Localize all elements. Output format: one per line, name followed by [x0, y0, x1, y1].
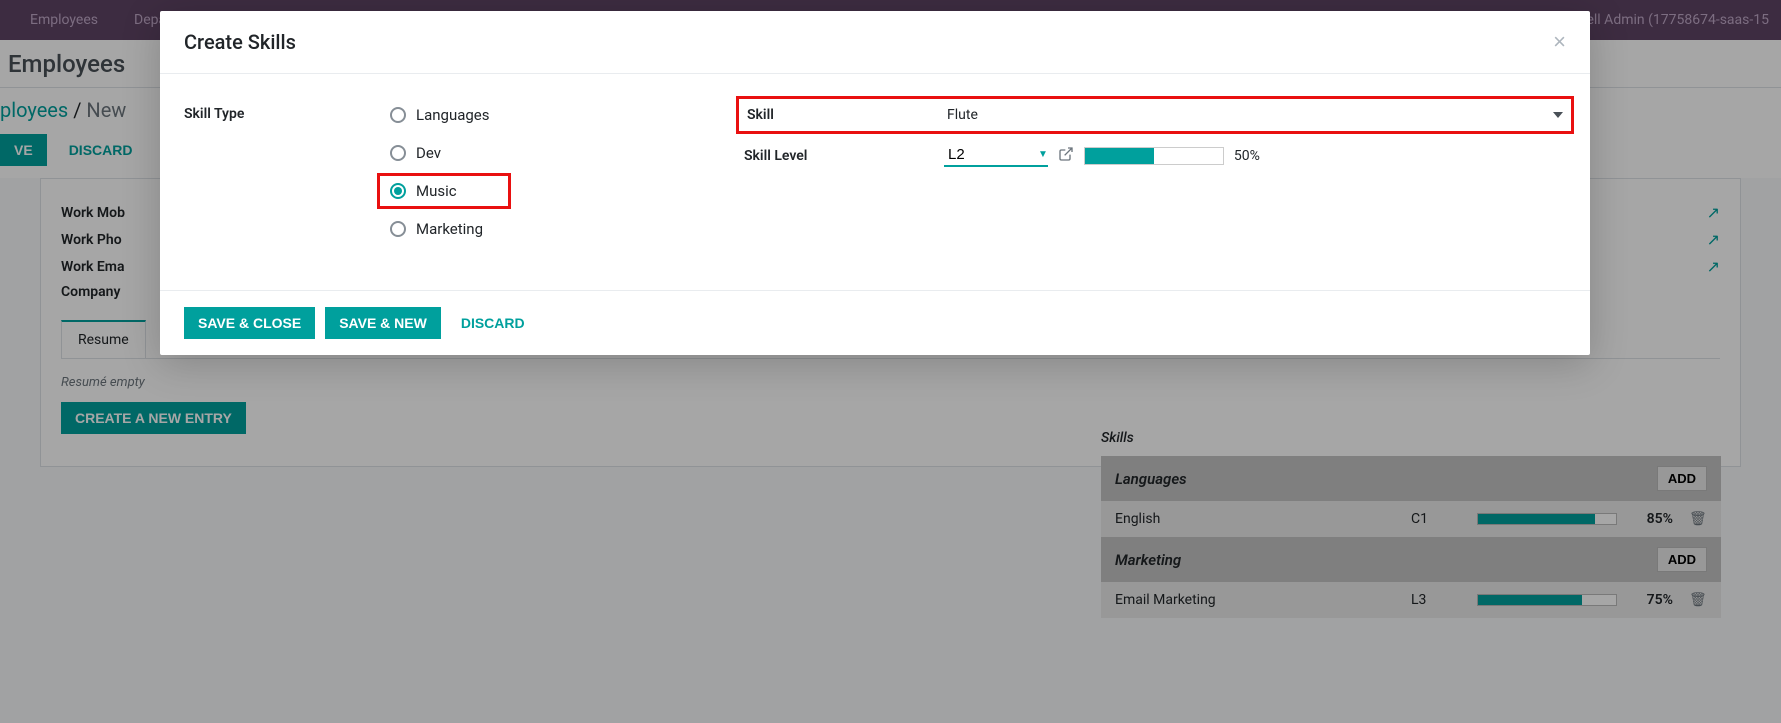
- skill-level-percent: 50%: [1234, 148, 1260, 164]
- create-skills-modal: Create Skills × Skill Type Languages Dev…: [160, 11, 1590, 355]
- skill-select[interactable]: Flute: [947, 105, 1563, 125]
- radio-icon: [390, 183, 406, 199]
- radio-marketing[interactable]: Marketing: [384, 218, 496, 240]
- chevron-down-icon: [1553, 112, 1563, 118]
- radio-music[interactable]: Music: [384, 180, 496, 202]
- skill-level-progress: [1084, 147, 1224, 165]
- radio-dev[interactable]: Dev: [384, 142, 496, 164]
- radio-icon: [390, 221, 406, 237]
- skill-value: Flute: [947, 107, 978, 123]
- radio-languages[interactable]: Languages: [384, 104, 496, 126]
- save-and-close-button[interactable]: SAVE & CLOSE: [184, 307, 315, 339]
- radio-icon: [390, 107, 406, 123]
- label-skill-level: Skill Level: [744, 148, 944, 164]
- skill-level-input[interactable]: [944, 144, 1034, 165]
- modal-discard-button[interactable]: DISCARD: [451, 307, 535, 339]
- modal-title: Create Skills: [184, 30, 296, 54]
- close-icon[interactable]: ×: [1553, 29, 1566, 55]
- external-link-icon[interactable]: [1058, 146, 1074, 166]
- chevron-down-icon[interactable]: ▼: [1038, 149, 1048, 160]
- radio-icon: [390, 145, 406, 161]
- label-skill-type: Skill Type: [184, 104, 384, 240]
- label-skill: Skill: [747, 107, 947, 123]
- save-and-new-button[interactable]: SAVE & NEW: [325, 307, 441, 339]
